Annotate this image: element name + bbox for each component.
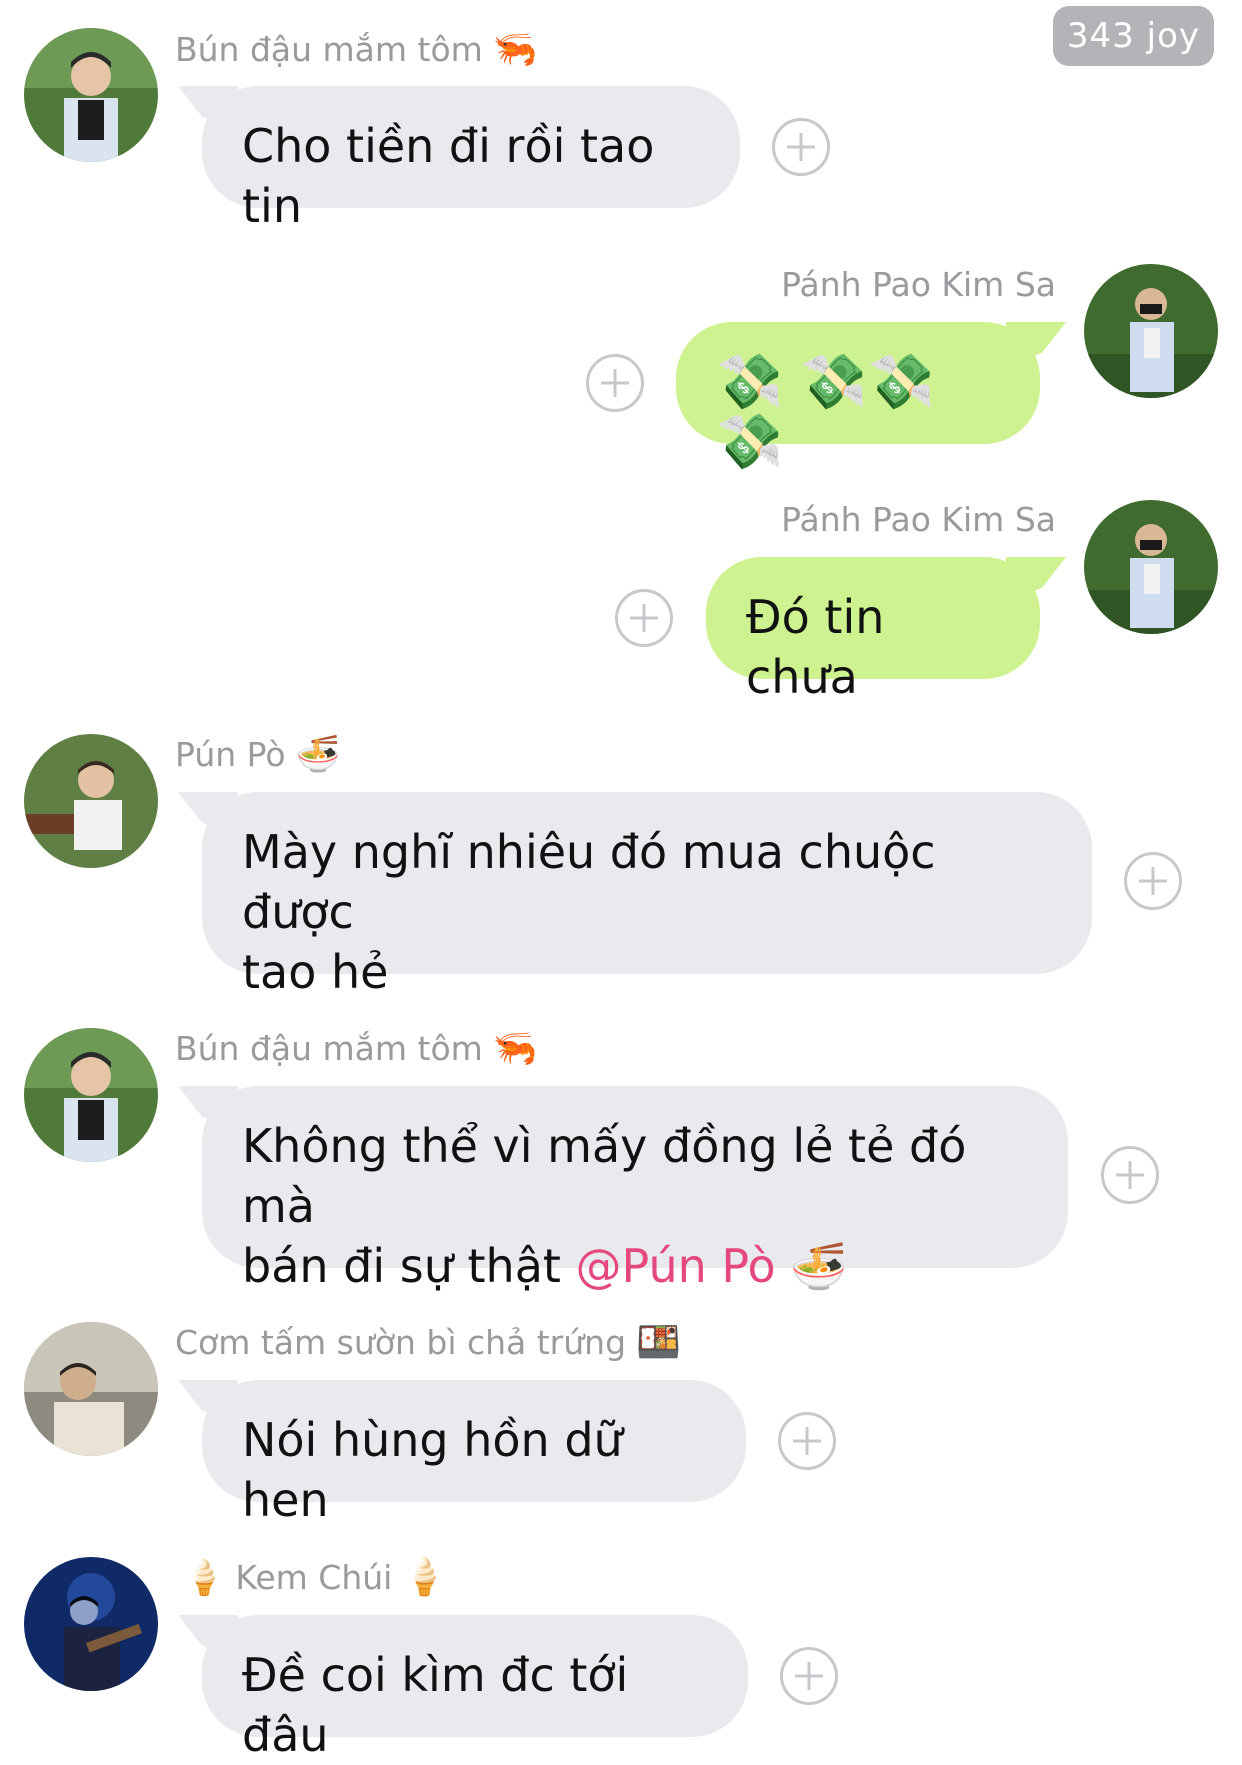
user-mention[interactable]: @Pún Pò xyxy=(576,1239,776,1293)
sender-name: Pánh Pao Kim Sa xyxy=(781,265,1056,304)
add-reaction-button[interactable] xyxy=(1124,852,1182,910)
money-with-wings-icons: 💸 💸💸💸 xyxy=(716,350,935,473)
noodle-bowl-icon: 🍜 xyxy=(790,1239,848,1293)
avatar[interactable] xyxy=(1084,264,1218,398)
sender-name: Pánh Pao Kim Sa xyxy=(781,500,1056,539)
avatar-photo xyxy=(24,1557,158,1691)
message-bubble[interactable]: Không thể vì mấy đồng lẻ tẻ đó mà bán đi… xyxy=(202,1086,1068,1293)
sender-name: Pún Pò 🍜 xyxy=(175,734,341,775)
message-bubble[interactable]: 💸 💸💸💸 xyxy=(676,322,1040,472)
message-text: Nói hùng hồn dữ hen xyxy=(242,1413,623,1527)
avatar-photo xyxy=(24,1322,158,1456)
avatar[interactable] xyxy=(24,1028,158,1162)
message-bubble[interactable]: Mày nghĩ nhiêu đó mua chuộc được tao hẻ xyxy=(202,792,1092,999)
avatar[interactable] xyxy=(24,1557,158,1691)
message-bubble[interactable]: Cho tiền đi rồi tao tin xyxy=(202,86,740,233)
message-text-line: Không thể vì mấy đồng lẻ tẻ đó mà xyxy=(242,1119,967,1233)
bento-box-icon: 🍱 xyxy=(636,1322,681,1363)
message-text-line: bán đi sự thật @Pún Pò 🍜 xyxy=(242,1239,848,1293)
avatar[interactable] xyxy=(24,734,158,868)
points-badge: 343 joy xyxy=(1052,6,1214,66)
ice-cream-icon: 🍦 xyxy=(183,1558,226,1598)
sender-name: Bún đậu mắm tôm 🦐 xyxy=(175,1028,538,1069)
sender-name: Cơm tấm sườn bì chả trứng 🍱 xyxy=(175,1322,681,1363)
message-text-line: tao hẻ xyxy=(242,945,389,999)
avatar-photo xyxy=(24,734,158,868)
add-reaction-button[interactable] xyxy=(1101,1146,1159,1204)
avatar-photo xyxy=(1084,264,1218,398)
shrimp-icon: 🦐 xyxy=(492,29,538,70)
sender-name: 🍦 Kem Chúi 🍦 xyxy=(183,1557,448,1599)
message-bubble[interactable]: Đó tin chưa xyxy=(706,557,1040,704)
message-bubble[interactable]: Nói hùng hồn dữ hen xyxy=(202,1380,746,1527)
avatar-photo xyxy=(24,28,158,162)
message-text: Đó tin chưa xyxy=(746,590,885,704)
avatar[interactable] xyxy=(1084,500,1218,634)
avatar[interactable] xyxy=(24,1322,158,1456)
add-reaction-button[interactable] xyxy=(780,1647,838,1705)
avatar[interactable] xyxy=(24,28,158,162)
add-reaction-button[interactable] xyxy=(615,589,673,647)
message-bubble[interactable]: Đề coi kìm đc tới đâu xyxy=(202,1615,748,1762)
message-text: Cho tiền đi rồi tao tin xyxy=(242,119,655,233)
avatar-photo xyxy=(24,1028,158,1162)
noodle-bowl-icon: 🍜 xyxy=(295,734,341,775)
sender-name: Bún đậu mắm tôm 🦐 xyxy=(175,29,538,70)
avatar-photo xyxy=(1084,500,1218,634)
add-reaction-button[interactable] xyxy=(772,118,830,176)
add-reaction-button[interactable] xyxy=(586,354,644,412)
shrimp-icon: 🦐 xyxy=(492,1028,538,1069)
ice-cream-icon: 🍦 xyxy=(402,1557,448,1598)
message-text: Đề coi kìm đc tới đâu xyxy=(242,1648,629,1762)
add-reaction-button[interactable] xyxy=(778,1412,836,1470)
message-text-line: Mày nghĩ nhiêu đó mua chuộc được xyxy=(242,825,936,939)
